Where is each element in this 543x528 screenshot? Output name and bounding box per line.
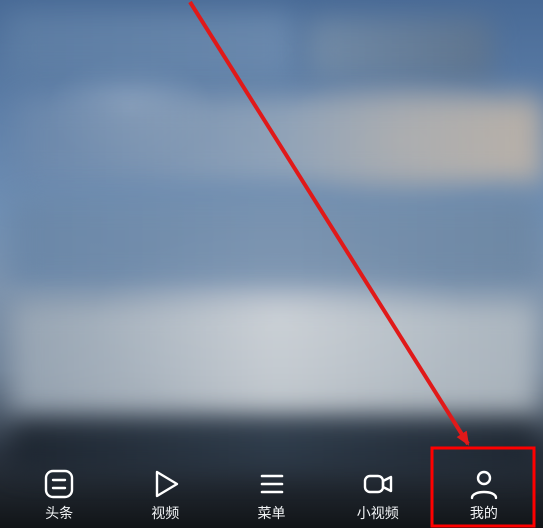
nav-tab-menu[interactable]: 菜单	[218, 452, 324, 524]
nav-tab-short-video[interactable]: 小视频	[325, 452, 431, 524]
nav-tab-mine[interactable]: 我的	[431, 452, 537, 524]
blurred-content-block	[14, 96, 543, 184]
headlines-icon	[41, 466, 77, 502]
video-play-icon	[147, 466, 183, 502]
nav-tab-video[interactable]: 视频	[112, 452, 218, 524]
nav-tab-label: 我的	[470, 506, 498, 520]
bottom-nav-bar: 头条 视频 菜单	[6, 452, 537, 524]
nav-tab-label: 小视频	[357, 506, 399, 520]
person-icon	[466, 466, 502, 502]
blurred-content-block	[306, 18, 492, 82]
nav-tab-label: 菜单	[258, 506, 286, 520]
nav-tab-label: 头条	[45, 506, 73, 520]
nav-tab-label: 视频	[151, 506, 179, 520]
camera-video-icon	[360, 466, 396, 502]
app-screenshot: 头条 视频 菜单	[0, 0, 543, 528]
blurred-content-block	[10, 300, 540, 420]
hamburger-menu-icon	[254, 466, 290, 502]
blurred-content-block	[6, 12, 296, 84]
nav-tab-headlines[interactable]: 头条	[6, 452, 112, 524]
blurred-content-block	[10, 196, 540, 286]
